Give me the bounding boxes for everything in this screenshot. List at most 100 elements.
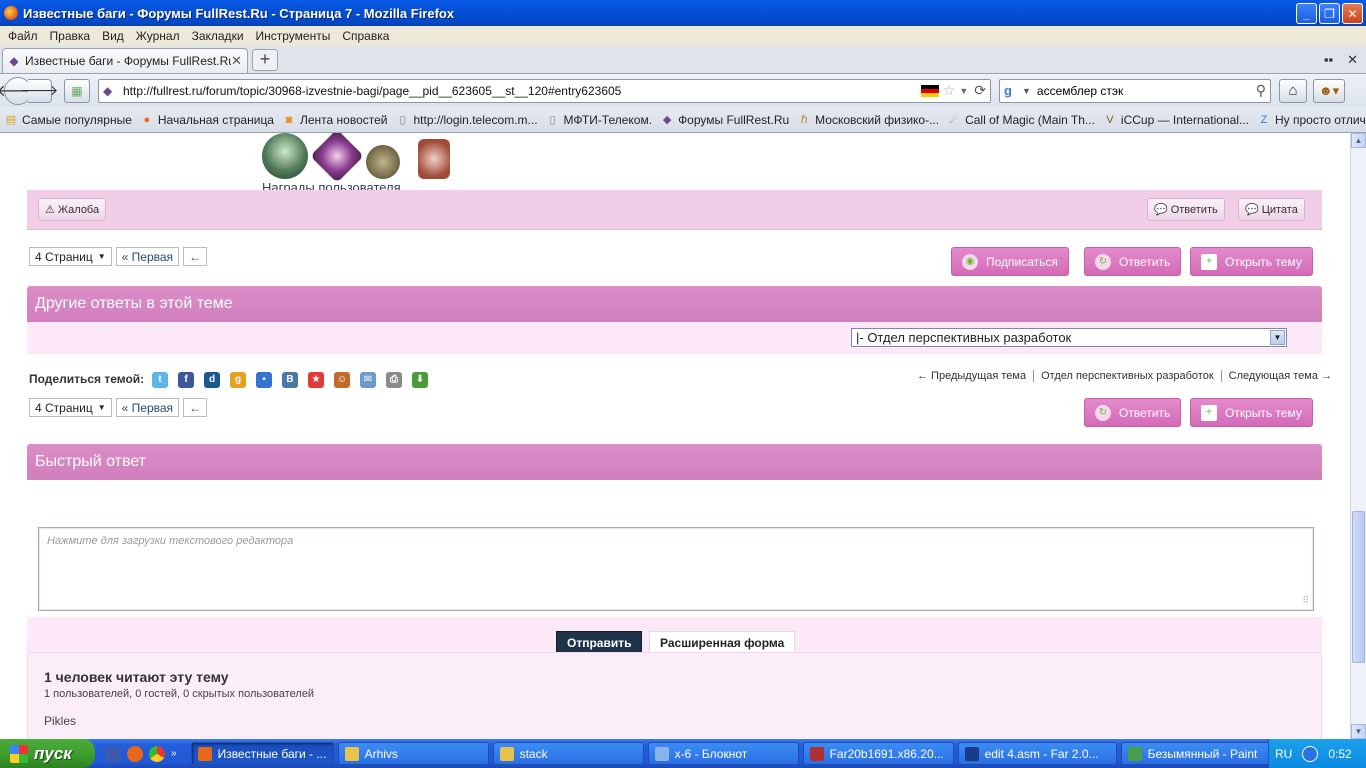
- history-dropdown-icon[interactable]: ▼: [959, 86, 968, 96]
- fullrest-icon: ◆: [662, 113, 672, 126]
- address-bar[interactable]: ◆ http://fullrest.ru/forum/topic/30968-i…: [98, 78, 991, 103]
- menu-tools[interactable]: Инструменты: [250, 29, 337, 43]
- site-identity-icon[interactable]: ◆: [103, 84, 119, 98]
- quote-button[interactable]: 💬 Цитата: [1238, 198, 1305, 221]
- pages-dropdown[interactable]: 4 Страниц ▼: [29, 398, 112, 417]
- next-topic-link[interactable]: Следующая тема →: [1220, 370, 1339, 382]
- quick-launch-more-icon[interactable]: »: [171, 748, 177, 759]
- forum-link[interactable]: Отдел перспективных разработок: [1033, 370, 1221, 382]
- first-page-link[interactable]: « Первая: [115, 398, 180, 417]
- chevron-down-icon[interactable]: ▼: [1270, 330, 1285, 345]
- bookmark-item[interactable]: ☄ Call of Magic (Main Th...: [947, 113, 1095, 127]
- page-icon: ▯: [399, 113, 406, 126]
- bookmark-item[interactable]: Z Ну просто отличная ...: [1257, 113, 1366, 127]
- vkontakte-icon[interactable]: B: [282, 372, 298, 388]
- menu-edit[interactable]: Правка: [44, 29, 97, 43]
- email-icon[interactable]: ✉: [360, 372, 376, 388]
- reply-button[interactable]: ↻ Ответить: [1084, 398, 1182, 427]
- close-tab-icon[interactable]: ✕: [1347, 52, 1358, 68]
- menu-bookmarks[interactable]: Закладки: [186, 29, 250, 43]
- list-all-tabs-icon[interactable]: ▪▪: [1324, 52, 1333, 68]
- taskbar-task[interactable]: Arhivs: [337, 742, 489, 765]
- delicious-icon[interactable]: ▪: [256, 372, 272, 388]
- print-icon[interactable]: ⎙: [386, 372, 402, 388]
- new-tab-button[interactable]: +: [252, 49, 278, 71]
- start-label: пуск: [34, 743, 72, 763]
- menu-view[interactable]: Вид: [96, 29, 130, 43]
- mail-ru-icon[interactable]: ★: [308, 372, 324, 388]
- taskbar-task[interactable]: x-6 - Блокнот: [647, 742, 799, 765]
- url-text[interactable]: http://fullrest.ru/forum/topic/30968-izv…: [123, 84, 921, 98]
- reply-button[interactable]: ↻ Ответить: [1084, 247, 1182, 276]
- bookmark-star-icon[interactable]: ☆: [943, 82, 956, 99]
- post-reply-button[interactable]: 💬 Ответить: [1147, 198, 1225, 221]
- search-bar[interactable]: g ▼ ⚲: [999, 78, 1271, 103]
- home-button[interactable]: ⌂: [1279, 78, 1307, 103]
- taskbar-task[interactable]: edit 4.asm - Far 2.0...: [957, 742, 1117, 765]
- bookmark-item[interactable]: ViCCup — International...: [1103, 113, 1249, 127]
- tray-app-icon[interactable]: [1302, 745, 1319, 762]
- prev-page-link[interactable]: ←: [183, 247, 208, 266]
- bookmark-item[interactable]: ◆ Форумы FullRest.Ru: [660, 113, 789, 127]
- magnifier-icon[interactable]: ⚲: [1256, 82, 1266, 99]
- maximize-button[interactable]: ❐: [1319, 3, 1340, 24]
- subscribe-button[interactable]: ◉ Подписаться: [951, 247, 1069, 276]
- reader-username[interactable]: Pikles: [44, 714, 76, 728]
- bookmarks-bar: ▤ Самые популярные ● Начальная страница ◙ Лен…: [0, 107, 1366, 133]
- scroll-thumb[interactable]: [1352, 511, 1365, 663]
- bookmark-item[interactable]: ▤ Самые популярные: [4, 113, 132, 127]
- page-scrollbar[interactable]: ▲ ▼: [1350, 133, 1366, 739]
- download-icon[interactable]: ⬇: [412, 372, 428, 388]
- moikrug-icon[interactable]: ☺: [334, 372, 350, 388]
- forum-jump-select[interactable]: |- Отдел перспективных разработок ▼: [851, 328, 1287, 347]
- bookmark-item[interactable]: ▯ МФТИ-Телеком.: [546, 113, 653, 127]
- language-indicator[interactable]: RU: [1275, 747, 1292, 761]
- bookmark-item[interactable]: ▯ http://login.telecom.m...: [395, 113, 537, 127]
- prev-page-link[interactable]: ←: [183, 398, 208, 417]
- taskbar-task[interactable]: Far20b1691.x86.20...: [802, 742, 954, 765]
- search-input[interactable]: [1036, 83, 1256, 98]
- forward-button[interactable]: 🡒: [21, 78, 58, 103]
- firefox-icon[interactable]: [127, 745, 143, 762]
- google-search-icon[interactable]: g: [1004, 83, 1018, 98]
- chrome-icon[interactable]: [149, 745, 165, 762]
- tab-active[interactable]: ◆ Известные баги - Форумы FullRest.Ru -.…: [2, 48, 248, 73]
- apps-button[interactable]: ▦: [64, 78, 90, 103]
- digg-icon[interactable]: d: [204, 372, 220, 388]
- facebook-icon[interactable]: f: [178, 372, 194, 388]
- reload-icon[interactable]: ⟳: [974, 82, 986, 99]
- bookmark-item[interactable]: ◙ Лента новостей: [282, 113, 388, 127]
- twitter-icon[interactable]: t: [152, 372, 168, 388]
- task-app-icon: [344, 746, 359, 761]
- search-engine-dropdown-icon[interactable]: ▼: [1022, 86, 1031, 96]
- new-topic-button[interactable]: + Открыть тему: [1190, 247, 1313, 276]
- previous-topic-link[interactable]: ← Предыдущая тема: [910, 370, 1033, 382]
- addon-button[interactable]: ☻▾: [1313, 78, 1345, 103]
- report-button[interactable]: ⚠ Жалоба: [38, 198, 107, 221]
- minimize-button[interactable]: _: [1296, 3, 1317, 24]
- tab-close-icon[interactable]: ✕: [231, 53, 243, 69]
- language-flag-icon[interactable]: [920, 84, 939, 97]
- taskbar-task[interactable]: Известные баги - ...: [190, 742, 334, 765]
- menu-file[interactable]: Файл: [2, 29, 44, 43]
- resize-grip-icon[interactable]: ⠿: [1302, 595, 1309, 606]
- windows-taskbar: пуск » Известные баги - ... Arhivs stack x-…: [0, 739, 1366, 768]
- google-icon[interactable]: g: [230, 372, 246, 388]
- scroll-down-icon[interactable]: ▼: [1351, 724, 1366, 739]
- taskbar-task[interactable]: stack: [492, 742, 644, 765]
- new-topic-button[interactable]: + Открыть тему: [1190, 398, 1313, 427]
- window-title: Известные баги - Форумы FullRest.Ru - Ст…: [23, 5, 455, 21]
- start-button[interactable]: пуск: [0, 739, 95, 768]
- menu-history[interactable]: Журнал: [130, 29, 186, 43]
- pages-dropdown[interactable]: 4 Страниц ▼: [29, 247, 112, 266]
- scroll-up-icon[interactable]: ▲: [1351, 133, 1366, 148]
- first-page-link[interactable]: « Первая: [115, 247, 180, 266]
- bookmark-item[interactable]: ℏ Московский физико-...: [797, 113, 939, 127]
- bookmark-item[interactable]: ● Начальная страница: [140, 113, 274, 127]
- tab-bar: ◆ Известные баги - Форумы FullRest.Ru -.…: [0, 46, 1366, 74]
- close-window-button[interactable]: ✕: [1342, 3, 1363, 24]
- show-desktop-icon[interactable]: [105, 745, 121, 762]
- menu-help[interactable]: Справка: [336, 29, 395, 43]
- quick-reply-editor[interactable]: Нажмите для загрузки текстового редактор…: [38, 527, 1314, 611]
- taskbar-task[interactable]: Безымянный - Paint: [1120, 742, 1274, 765]
